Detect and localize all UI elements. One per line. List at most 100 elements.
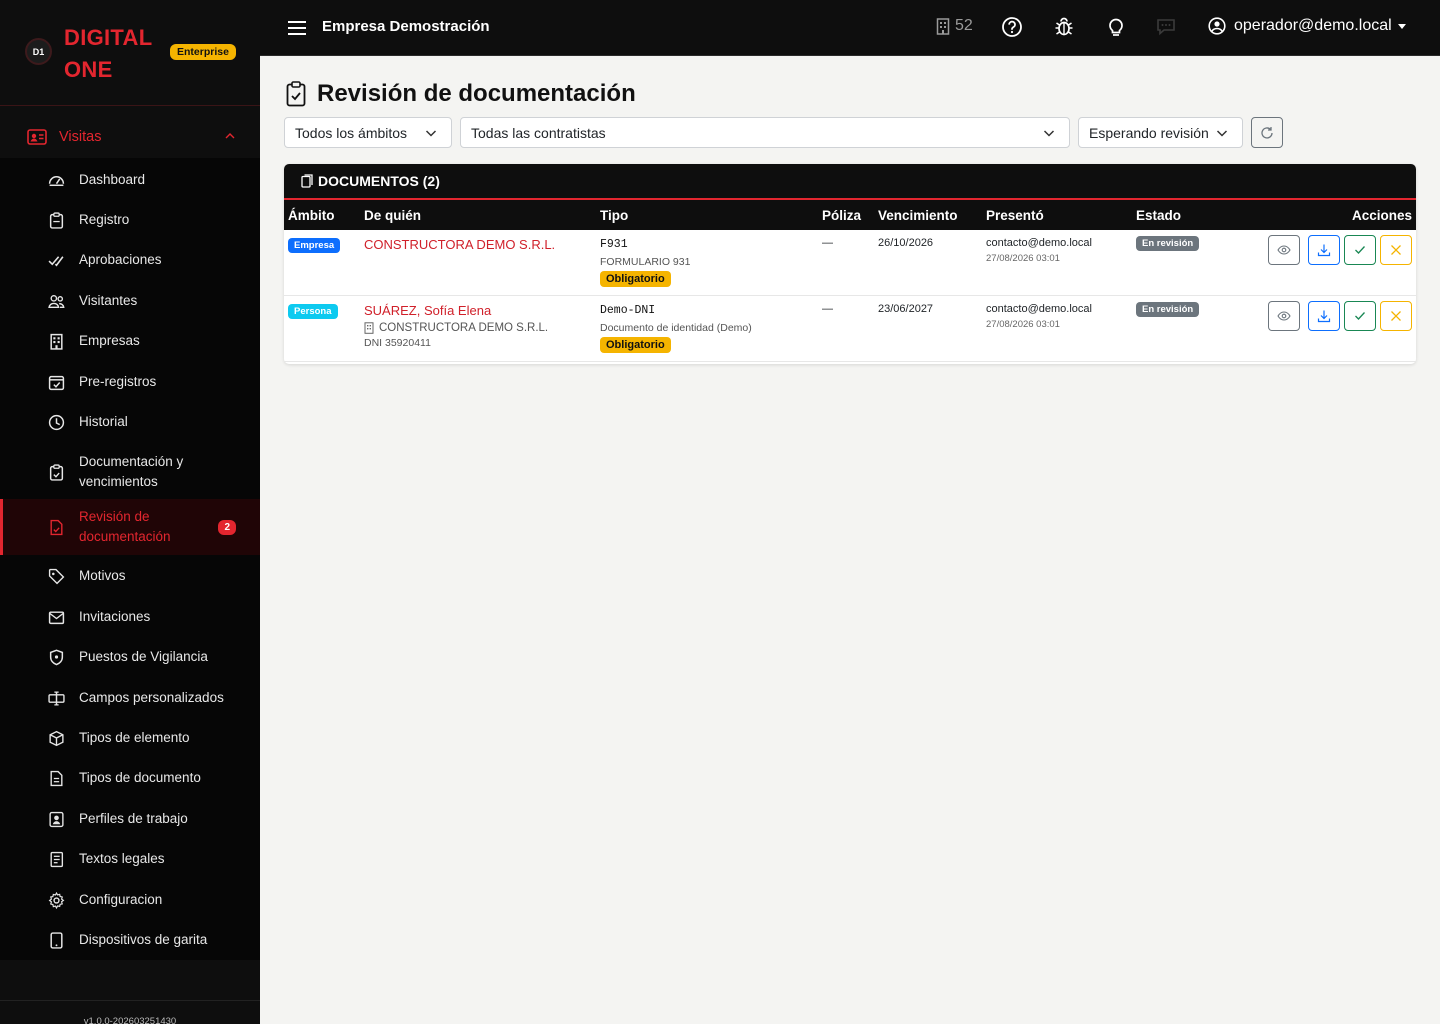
sidebar-item-dispositivos-garita[interactable]: Dispositivos de garita xyxy=(0,928,260,952)
file-text-icon xyxy=(50,770,63,786)
documents-card: DOCUMENTOS (2) Ámbito De quién Tipo Póli… xyxy=(284,164,1416,364)
bug-icon[interactable] xyxy=(1053,16,1075,38)
sidebar-item-tipos-documento[interactable]: Tipos de documento xyxy=(0,766,260,790)
chevron-down-icon xyxy=(1043,130,1055,137)
visitors-count: 52 xyxy=(955,17,973,34)
column-header-scope[interactable]: Ámbito xyxy=(288,208,335,223)
sidebar-section-label: Visitas xyxy=(59,129,102,145)
brand-logo: D1 xyxy=(25,38,52,65)
sidebar-item-label: Invitaciones xyxy=(79,609,151,624)
sidebar-item-configuracion[interactable]: Configuracion xyxy=(0,888,260,912)
input-cursor-icon xyxy=(48,690,65,706)
contractor-filter-select[interactable]: Todas las contratistas xyxy=(460,117,1070,148)
scope-filter-select[interactable]: Todos los ámbitos xyxy=(284,117,452,148)
row-owner-link[interactable]: CONSTRUCTORA DEMO S.R.L. xyxy=(364,237,555,252)
clipboard-icon xyxy=(49,211,64,229)
status-filter-select[interactable]: Esperando revisión xyxy=(1078,117,1243,148)
row-owner-link[interactable]: SUÁREZ, Sofía Elena xyxy=(364,303,548,318)
user-menu[interactable]: operador@demo.local xyxy=(1208,17,1406,35)
scope-badge: Persona xyxy=(288,304,338,319)
expiry-date: 26/10/2026 xyxy=(878,237,934,249)
sidebar-item-label: Motivos xyxy=(79,568,126,583)
sidebar-item-label: Documentación y vencimientos xyxy=(79,454,184,489)
help-icon[interactable] xyxy=(1001,16,1023,38)
sidebar-nav: Dashboard Registro Aprobaciones Visitant… xyxy=(0,158,260,960)
submitted-at: 27/08/2026 03:01 xyxy=(986,319,1060,330)
people-icon xyxy=(48,294,65,308)
files-icon xyxy=(301,174,313,188)
refresh-button[interactable] xyxy=(1251,117,1283,148)
sidebar-item-invitaciones[interactable]: Invitaciones xyxy=(0,605,260,629)
sidebar-item-empresas[interactable]: Empresas xyxy=(0,329,260,353)
chevron-down-icon xyxy=(425,130,437,137)
sidebar-item-puestos-vigilancia[interactable]: Puestos de Vigilancia xyxy=(0,645,260,669)
required-badge: Obligatorio xyxy=(600,337,671,353)
dashboard-icon xyxy=(48,175,65,186)
tags-icon xyxy=(48,568,65,584)
column-header-policy[interactable]: Póliza xyxy=(822,208,861,223)
sidebar-item-label: Textos legales xyxy=(79,851,165,866)
sidebar-item-label: Empresas xyxy=(79,333,140,348)
column-header-expiry[interactable]: Vencimiento xyxy=(878,208,958,223)
file-check-icon xyxy=(50,519,63,535)
sidebar-item-label: Perfiles de trabajo xyxy=(79,811,188,826)
download-button[interactable] xyxy=(1308,301,1340,331)
user-circle-icon xyxy=(1208,17,1226,35)
refresh-icon xyxy=(1261,126,1273,139)
status-filter-value: Esperando revisión xyxy=(1089,124,1209,141)
lightbulb-icon[interactable] xyxy=(1105,16,1127,38)
approve-button[interactable] xyxy=(1344,301,1376,331)
sidebar-item-motivos[interactable]: Motivos xyxy=(0,564,260,588)
sidebar-item-tipos-elemento[interactable]: Tipos de elemento xyxy=(0,726,260,750)
sidebar-item-label: Puestos de Vigilancia xyxy=(79,649,208,664)
topbar: Empresa Demostración 52 operador@demo.lo… xyxy=(260,0,1440,56)
sidebar-item-campos-personalizados[interactable]: Campos personalizados xyxy=(0,686,260,710)
sidebar-item-aprobaciones[interactable]: Aprobaciones xyxy=(0,248,260,272)
sidebar-item-documentacion[interactable]: Documentación y vencimientos xyxy=(0,450,260,494)
caret-down-icon xyxy=(1397,23,1406,29)
column-header-who[interactable]: De quién xyxy=(364,208,421,223)
view-button[interactable] xyxy=(1268,235,1300,265)
chat-icon[interactable] xyxy=(1155,16,1177,38)
check-icon xyxy=(1355,246,1365,254)
column-header-submitted[interactable]: Presentó xyxy=(986,208,1044,223)
view-button[interactable] xyxy=(1268,301,1300,331)
policy-value: — xyxy=(822,237,833,249)
brand-name: DIGITAL ONE xyxy=(64,22,152,86)
column-header-type[interactable]: Tipo xyxy=(600,208,628,223)
gear-icon xyxy=(48,891,65,909)
sidebar-item-perfiles-trabajo[interactable]: Perfiles de trabajo xyxy=(0,807,260,831)
column-header-status[interactable]: Estado xyxy=(1136,208,1181,223)
page-title: Revisión de documentación xyxy=(286,80,636,108)
journal-icon xyxy=(50,851,64,867)
brand-name-line1: DIGITAL xyxy=(64,25,153,50)
status-badge: En revisión xyxy=(1136,302,1200,317)
sidebar-item-revision-documentacion[interactable]: Revisión de documentación 2 xyxy=(0,499,260,555)
sidebar-item-registro[interactable]: Registro xyxy=(0,208,260,232)
download-button[interactable] xyxy=(1308,235,1340,265)
table-row: Empresa CONSTRUCTORA DEMO S.R.L. F931 FO… xyxy=(284,230,1416,296)
sidebar-item-label: Visitantes xyxy=(79,293,138,308)
menu-toggle-icon[interactable] xyxy=(288,20,306,36)
tablet-icon xyxy=(50,931,63,949)
required-badge: Obligatorio xyxy=(600,271,671,287)
person-card-icon xyxy=(27,129,47,145)
approve-button[interactable] xyxy=(1344,235,1376,265)
sidebar-item-label: Configuracion xyxy=(79,892,163,907)
reject-button[interactable] xyxy=(1380,235,1412,265)
sidebar-section-visitas[interactable]: Visitas xyxy=(0,118,260,156)
sidebar-item-pre-registros[interactable]: Pre-registros xyxy=(0,370,260,394)
brand: D1 DIGITAL ONE Enterprise xyxy=(0,0,260,106)
reject-button[interactable] xyxy=(1380,301,1412,331)
sidebar-item-label: Aprobaciones xyxy=(79,252,162,267)
sidebar-item-label: Tipos de documento xyxy=(79,770,201,785)
visitors-counter[interactable]: 52 xyxy=(936,17,973,35)
sidebar-item-textos-legales[interactable]: Textos legales xyxy=(0,847,260,871)
sidebar-item-visitantes[interactable]: Visitantes xyxy=(0,289,260,313)
page-title-text: Revisión de documentación xyxy=(317,80,636,107)
sidebar-item-label: Tipos de elemento xyxy=(79,730,190,745)
policy-value: — xyxy=(822,303,833,315)
sidebar-item-dashboard[interactable]: Dashboard xyxy=(0,168,260,192)
sidebar-item-historial[interactable]: Historial xyxy=(0,410,260,434)
owner-id-number: DNI 35920411 xyxy=(364,337,431,349)
